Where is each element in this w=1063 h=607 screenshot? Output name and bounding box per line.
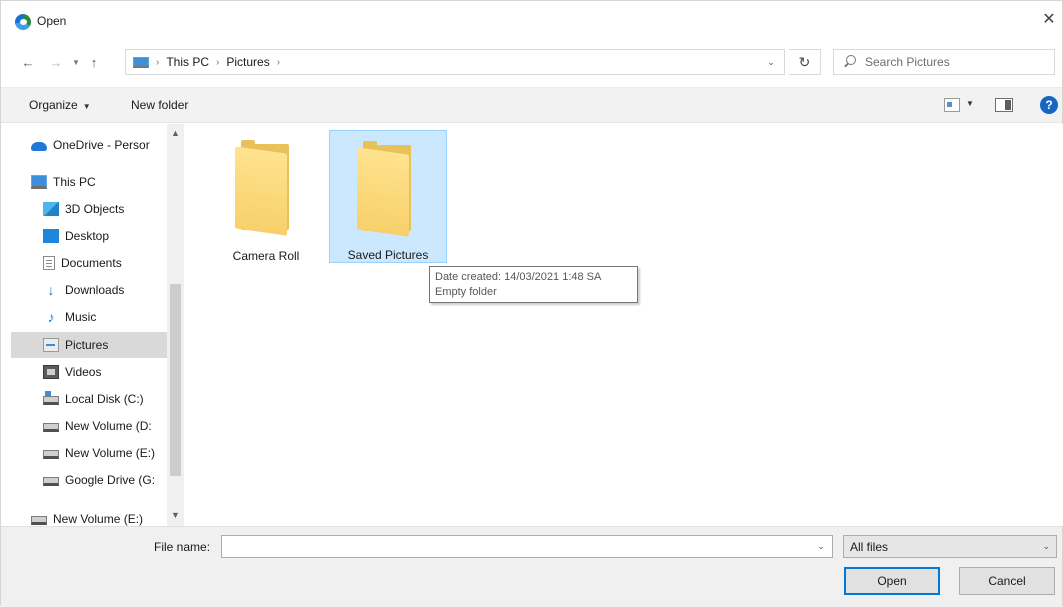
folder-tooltip: Date created: 14/03/2021 1:48 SA Empty f… <box>429 266 638 303</box>
local-disk-icon <box>43 391 59 405</box>
nav-item-new-volume-d[interactable]: New Volume (D: <box>11 413 167 439</box>
cloud-icon <box>31 142 47 151</box>
back-button[interactable]: ← <box>19 53 37 71</box>
address-row: ← → ▼ ↑ › This PC › Pictures › ⌄ ↻ <box>1 45 1062 79</box>
close-button[interactable]: ✕ <box>1036 5 1062 33</box>
folder-label: Camera Roll <box>232 249 300 263</box>
cancel-button[interactable]: Cancel <box>959 567 1055 595</box>
pc-icon <box>31 175 47 189</box>
search-input[interactable] <box>865 55 1045 69</box>
nav-item-label: New Volume (E:) <box>65 446 156 460</box>
music-icon: ♪ <box>47 309 55 325</box>
folder-saved-pictures[interactable]: Saved Pictures <box>329 130 447 263</box>
refresh-button[interactable]: ↻ <box>789 49 821 75</box>
organize-label: Organize <box>29 98 78 112</box>
recent-locations-button[interactable]: ▼ <box>67 53 85 71</box>
address-bar[interactable]: › This PC › Pictures › ⌄ <box>125 49 785 75</box>
scroll-up-icon[interactable]: ▲ <box>167 126 184 140</box>
nav-item-label: 3D Objects <box>65 202 125 216</box>
desktop-icon <box>43 229 59 243</box>
chevron-down-icon: ▼ <box>82 102 91 111</box>
address-dropdown-icon[interactable]: ⌄ <box>758 50 784 74</box>
breadcrumb-separator-icon: › <box>156 56 160 68</box>
pc-icon <box>133 56 149 68</box>
open-file-dialog: Open ✕ ← → ▼ ↑ › This PC › Pictures › ⌄ … <box>0 0 1063 607</box>
file-list-area[interactable]: Camera Roll Saved Pictures <box>189 124 1063 526</box>
nav-item-label: OneDrive - Persor <box>53 138 150 152</box>
tooltip-date-created: Date created: 14/03/2021 1:48 SA <box>435 271 602 283</box>
file-name-label: File name: <box>154 540 211 554</box>
nav-item-label: Music <box>65 310 97 324</box>
nav-item-videos[interactable]: Videos <box>11 359 167 385</box>
videos-icon <box>43 365 59 379</box>
nav-item-label: Desktop <box>65 229 110 243</box>
organize-button[interactable]: Organize ▼ <box>29 98 91 112</box>
3d-objects-icon <box>43 202 59 216</box>
window-title: Open <box>37 14 67 28</box>
breadcrumb-separator-icon[interactable]: › <box>216 57 219 68</box>
nav-item-label: This PC <box>53 175 96 189</box>
nav-item-google-drive-g[interactable]: Google Drive (G: <box>11 467 167 493</box>
navigation-scrollbar[interactable]: ▲ ▼ <box>167 124 184 526</box>
edge-app-icon <box>15 14 31 30</box>
nav-item-pictures[interactable]: Pictures <box>11 332 167 358</box>
tooltip-status: Empty folder <box>435 286 497 298</box>
file-type-select[interactable]: All files ⌄ <box>843 535 1057 558</box>
nav-item-new-volume-e[interactable]: New Volume (E:) <box>11 440 167 466</box>
nav-item-3d-objects[interactable]: 3D Objects <box>11 196 167 222</box>
nav-item-documents[interactable]: Documents <box>11 250 167 276</box>
new-folder-button[interactable]: New folder <box>131 98 188 112</box>
file-name-combobox[interactable]: ⌄ <box>221 535 833 558</box>
open-button[interactable]: Open <box>844 567 940 595</box>
pictures-icon <box>43 338 59 352</box>
up-button[interactable]: ↑ <box>85 53 103 71</box>
file-type-value: All files <box>850 539 889 554</box>
nav-item-label: Documents <box>61 256 122 270</box>
forward-button[interactable]: → <box>47 53 65 71</box>
breadcrumb-pictures[interactable]: Pictures <box>226 55 269 69</box>
nav-item-label: Pictures <box>65 338 109 352</box>
search-box[interactable] <box>833 49 1055 75</box>
nav-item-label: New Volume (D: <box>65 419 152 433</box>
nav-item-this-pc[interactable]: This PC <box>11 169 167 195</box>
chevron-down-icon: ⌄ <box>1042 541 1050 551</box>
folder-label: Saved Pictures <box>347 248 429 262</box>
nav-item-label: Google Drive (G: <box>65 473 156 487</box>
title-bar: Open ✕ <box>1 1 1062 41</box>
chevron-down-icon[interactable]: ⌄ <box>810 536 832 557</box>
preview-pane-icon[interactable] <box>995 98 1013 112</box>
breadcrumb-separator-icon[interactable]: › <box>277 57 280 68</box>
drive-icon <box>43 477 59 486</box>
downloads-icon: ↓ <box>47 282 55 298</box>
change-view-icon[interactable] <box>944 98 960 112</box>
file-name-input[interactable] <box>222 536 802 557</box>
search-icon <box>843 55 857 69</box>
folder-icon <box>357 141 419 237</box>
navigation-pane: OneDrive - Persor This PC 3D Objects Des… <box>1 124 185 526</box>
nav-item-new-volume-e-root[interactable]: New Volume (E:) <box>11 506 167 526</box>
nav-item-music[interactable]: ♪ Music <box>11 304 167 330</box>
nav-item-local-disk-c[interactable]: Local Disk (C:) <box>11 386 167 412</box>
documents-icon <box>43 256 55 270</box>
scrollbar-thumb[interactable] <box>170 284 181 476</box>
nav-item-label: Downloads <box>65 283 125 297</box>
command-toolbar: Organize ▼ New folder ▼ ? <box>1 87 1062 123</box>
more-view-options-icon[interactable]: ▼ <box>966 99 974 108</box>
drive-icon <box>31 516 47 525</box>
nav-item-desktop[interactable]: Desktop <box>11 223 167 249</box>
dialog-footer: File name: ⌄ All files ⌄ Open Cancel <box>1 526 1062 607</box>
scroll-down-icon[interactable]: ▼ <box>167 508 184 522</box>
nav-item-downloads[interactable]: ↓ Downloads <box>11 277 167 303</box>
folder-icon <box>235 140 297 236</box>
drive-icon <box>43 423 59 432</box>
nav-item-onedrive[interactable]: OneDrive - Persor <box>11 132 167 158</box>
nav-item-label: Local Disk (C:) <box>65 392 144 406</box>
folder-camera-roll[interactable]: Camera Roll <box>207 130 325 263</box>
nav-item-label: Videos <box>65 365 102 379</box>
drive-icon <box>43 450 59 459</box>
breadcrumb-this-pc[interactable]: This PC <box>166 55 209 69</box>
help-icon[interactable]: ? <box>1040 96 1058 114</box>
nav-item-label: New Volume (E:) <box>53 512 144 526</box>
